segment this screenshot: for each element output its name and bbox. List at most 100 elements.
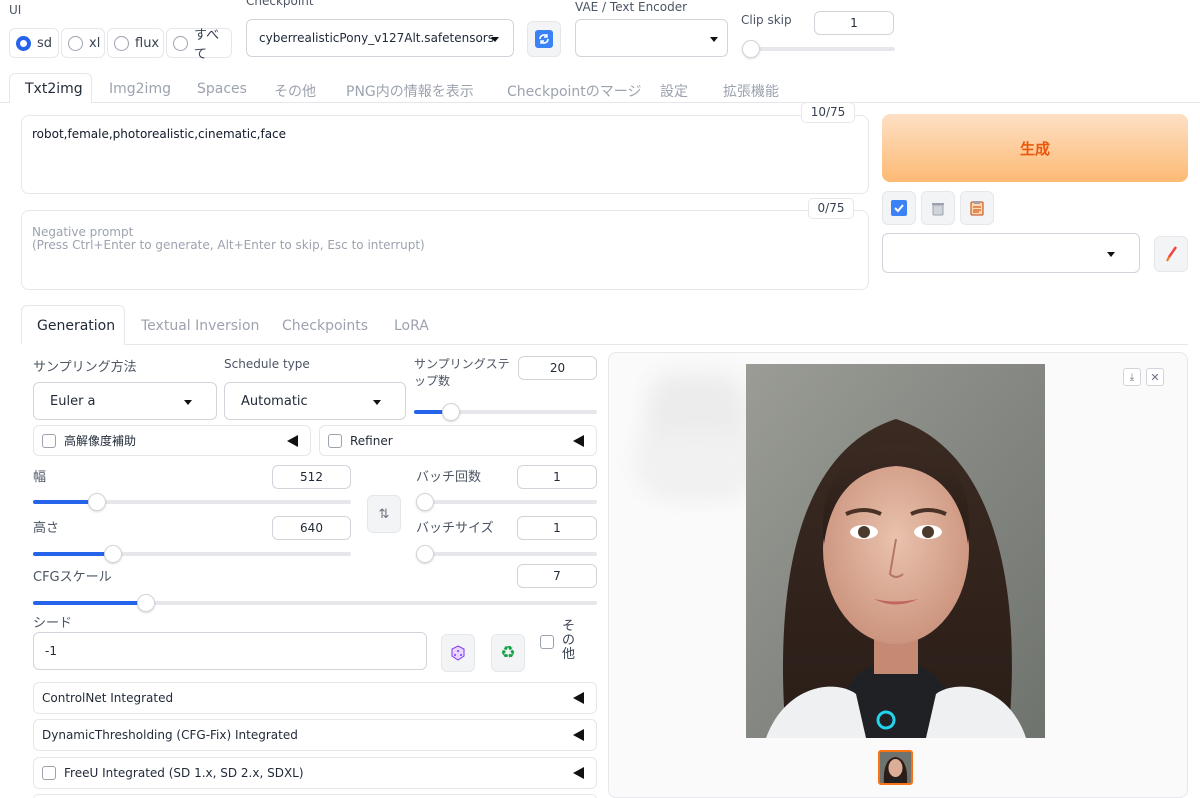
tab-generation[interactable]: Generation — [37, 318, 115, 334]
tab-settings[interactable]: 設定 — [660, 81, 688, 101]
ui-option-sd[interactable]: sd — [9, 28, 59, 58]
sampling-method-select[interactable]: Euler a — [33, 382, 217, 420]
height-slider[interactable] — [33, 545, 351, 563]
controlnet-accordion[interactable]: ControlNet Integrated — [33, 682, 597, 714]
schedule-type-select[interactable]: Automatic — [224, 382, 406, 420]
clip-skip-label: Clip skip — [741, 13, 792, 27]
refiner-accordion[interactable]: Refiner — [319, 425, 597, 456]
width-thumb[interactable] — [87, 493, 106, 511]
collapse-arrow-icon[interactable] — [573, 435, 584, 447]
styles-select[interactable] — [882, 233, 1140, 273]
download-image-button[interactable]: ⤓ — [1123, 368, 1141, 386]
radio-sd[interactable] — [16, 35, 31, 51]
tab-spaces[interactable]: Spaces — [197, 81, 247, 97]
close-icon: ✕ — [1150, 370, 1160, 384]
batch-size-input[interactable]: 1 — [517, 516, 597, 540]
generate-button[interactable]: 生成 — [882, 114, 1188, 182]
apply-styles-button[interactable] — [882, 191, 916, 225]
seed-extra-checkbox[interactable] — [540, 635, 554, 649]
freeu-checkbox[interactable] — [42, 766, 56, 780]
refiner-checkbox[interactable] — [328, 433, 342, 448]
radio-flux[interactable] — [114, 35, 129, 51]
random-seed-button[interactable] — [441, 634, 475, 672]
tab-lora[interactable]: LoRA — [394, 318, 429, 334]
chevron-down-icon — [184, 400, 192, 405]
hires-fix-checkbox[interactable] — [42, 433, 56, 448]
seed-input[interactable]: -1 — [33, 632, 427, 670]
refresh-button[interactable] — [527, 21, 561, 57]
batch-size-thumb[interactable] — [416, 545, 434, 563]
collapse-arrow-icon[interactable] — [573, 692, 584, 704]
batch-size-label: バッチサイズ — [416, 521, 494, 536]
checkpoint-select[interactable]: cyberrealisticPony_v127Alt.safetensors — [246, 19, 514, 57]
tab-textual-inversion[interactable]: Textual Inversion — [141, 318, 259, 334]
clip-skip-slider[interactable] — [742, 40, 895, 58]
paste-button[interactable] — [960, 191, 994, 225]
ui-option-flux[interactable]: flux — [107, 28, 164, 58]
height-input[interactable]: 640 — [272, 516, 351, 540]
height-fill — [33, 552, 113, 556]
collapse-arrow-icon[interactable] — [287, 435, 298, 447]
tab-checkpoint-merge[interactable]: Checkpointのマージ — [507, 81, 642, 101]
negative-placeholder-2: (Press Ctrl+Enter to generate, Alt+Enter… — [32, 238, 425, 252]
ui-option-xl[interactable]: xl — [61, 28, 105, 58]
width-input[interactable]: 512 — [272, 465, 351, 489]
prompt-textarea[interactable]: robot,female,photorealistic,cinematic,fa… — [21, 115, 869, 194]
radio-xl[interactable] — [68, 35, 83, 51]
seed-label: シード — [33, 616, 73, 631]
cfg-scale-thumb[interactable] — [136, 594, 155, 612]
tab-extensions[interactable]: 拡張機能 — [723, 81, 779, 101]
sub-tab-bar — [21, 344, 1188, 345]
height-label: 高さ — [33, 521, 60, 536]
main-tab-bar — [0, 102, 1200, 103]
sampling-steps-input[interactable]: 20 — [518, 356, 597, 380]
tab-txt2img[interactable]: Txt2img — [25, 81, 83, 97]
checkpoint-label: Checkpoint — [246, 0, 314, 8]
width-slider[interactable] — [33, 493, 351, 511]
clipboard-icon — [970, 201, 984, 216]
prompt-text: robot,female,photorealistic,cinematic,fa… — [32, 127, 287, 141]
prompt-token-counter: 10/75 — [801, 102, 855, 123]
tab-other[interactable]: その他 — [274, 81, 316, 101]
clip-skip-input[interactable]: 1 — [814, 11, 894, 35]
tab-img2img[interactable]: Img2img — [109, 81, 171, 97]
close-image-button[interactable]: ✕ — [1146, 368, 1164, 386]
collapse-arrow-icon[interactable] — [573, 767, 584, 779]
sampling-steps-slider[interactable] — [414, 403, 597, 421]
tab-png-info[interactable]: PNG内の情報を表示 — [346, 81, 474, 101]
ui-option-all[interactable]: すべて — [166, 28, 232, 62]
chevron-down-icon — [373, 400, 381, 405]
gallery-thumbnail[interactable] — [878, 750, 913, 785]
clip-skip-thumb[interactable] — [742, 40, 760, 58]
checkpoint-value: cyberrealisticPony_v127Alt.safetensors — [259, 31, 494, 45]
freeu-accordion[interactable]: FreeU Integrated (SD 1.x, SD 2.x, SDXL) — [33, 757, 597, 789]
batch-count-thumb[interactable] — [416, 493, 434, 511]
dynamic-thresholding-accordion[interactable]: DynamicThresholding (CFG-Fix) Integrated — [33, 719, 597, 751]
vae-select[interactable] — [575, 19, 728, 57]
negative-prompt-textarea[interactable]: Negative prompt (Press Ctrl+Enter to gen… — [21, 210, 869, 290]
collapse-arrow-icon[interactable] — [573, 729, 584, 741]
seed-value: -1 — [45, 644, 57, 658]
cfg-scale-slider[interactable] — [33, 594, 597, 612]
clear-prompt-button[interactable] — [921, 191, 955, 225]
swap-dimensions-button[interactable]: ⇅ — [367, 495, 401, 533]
reuse-seed-button[interactable]: ♻ — [491, 634, 525, 672]
sampling-steps-thumb[interactable] — [441, 403, 460, 421]
hires-fix-accordion[interactable]: 高解像度補助 — [33, 425, 311, 456]
thumbnail-image — [883, 757, 908, 783]
height-thumb[interactable] — [103, 545, 122, 563]
generated-image[interactable] — [746, 364, 1045, 738]
batch-count-slider[interactable] — [416, 493, 597, 511]
chevron-down-icon — [1107, 252, 1115, 257]
batch-count-input[interactable]: 1 — [517, 465, 597, 489]
ui-option-label: flux — [135, 35, 160, 51]
batch-size-slider[interactable] — [416, 545, 597, 563]
sampling-method-value: Euler a — [50, 394, 96, 409]
radio-all[interactable] — [173, 35, 188, 51]
cfg-scale-input[interactable]: 7 — [517, 564, 597, 588]
tab-checkpoints[interactable]: Checkpoints — [282, 318, 368, 334]
edit-styles-button[interactable] — [1154, 236, 1188, 272]
accordion-label: ControlNet Integrated — [42, 691, 174, 705]
ui-label: UI — [9, 3, 22, 17]
accordion-label: FreeU Integrated (SD 1.x, SD 2.x, SDXL) — [64, 766, 304, 780]
